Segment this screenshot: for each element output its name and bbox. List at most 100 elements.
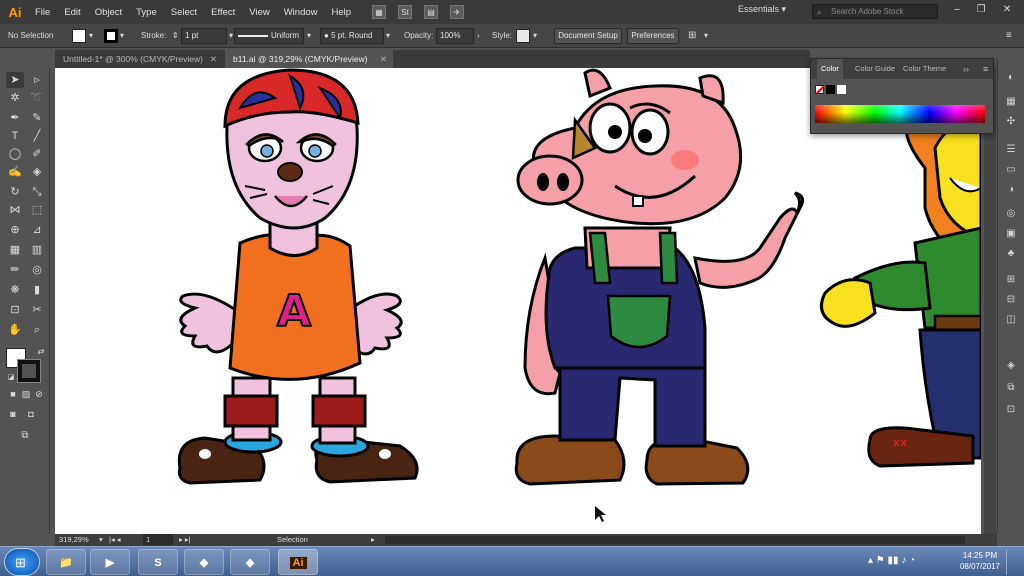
variable-width-profile[interactable]: Uniform — [234, 28, 304, 44]
stroke-color-swatch[interactable] — [17, 359, 41, 383]
graphic-styles-panel-icon[interactable]: ▣ — [1003, 226, 1019, 241]
eraser-tool-icon[interactable]: ◈ — [28, 164, 46, 180]
column-graph-tool-icon[interactable]: ▮ — [28, 282, 46, 298]
arrange-documents-icon[interactable]: ▤ — [424, 5, 439, 19]
gradient-panel-icon[interactable]: ▭ — [1003, 162, 1019, 177]
stroke-swatch[interactable] — [104, 29, 118, 43]
free-transform-tool-icon[interactable]: ⬚ — [28, 202, 46, 218]
magic-wand-tool-icon[interactable]: ✲ — [6, 90, 24, 106]
screen-mode-icon[interactable]: ⧉ — [16, 428, 34, 444]
chevron-down-icon[interactable]: ▾ — [89, 29, 93, 43]
close-tab-icon[interactable]: ✕ — [210, 50, 217, 68]
curvature-tool-icon[interactable]: ✎ — [28, 110, 46, 126]
start-button[interactable]: ⊞ — [4, 548, 40, 576]
draw-inside-icon[interactable]: ◘ — [22, 406, 40, 422]
line-tool-icon[interactable]: ╱ — [28, 128, 46, 144]
first-artboard-icon[interactable]: |◂ ◂ — [109, 534, 121, 546]
menu-file[interactable]: File — [28, 7, 57, 18]
chevron-down-icon[interactable]: ▾ — [229, 29, 233, 43]
swatches-panel-icon[interactable]: ▦ — [1003, 94, 1019, 109]
menu-select[interactable]: Select — [164, 7, 204, 18]
stroke-stepper-icon[interactable]: ⇕ — [172, 29, 179, 43]
none-mode-icon[interactable]: ⊘ — [30, 386, 48, 402]
maximize-button[interactable]: ❐ — [968, 2, 994, 18]
slice-tool-icon[interactable]: ✂ — [28, 302, 46, 318]
stroke-weight-field[interactable]: 1 pt — [181, 28, 227, 44]
gpu-performance-icon[interactable]: ✈ — [450, 5, 465, 19]
ellipse-tool-icon[interactable]: ◯ — [6, 146, 24, 162]
scale-tool-icon[interactable]: ⤡ — [28, 184, 46, 200]
zoom-level[interactable]: 319,29% — [59, 534, 89, 546]
perspective-grid-tool-icon[interactable]: ⊿ — [28, 222, 46, 238]
transparency-panel-icon[interactable]: ◑ — [1003, 182, 1019, 197]
tab-b11[interactable]: b11.ai @ 319,29% (CMYK/Preview) ✕ — [225, 50, 393, 68]
transform-panel-icon[interactable]: ⊞ — [1003, 272, 1019, 287]
chevron-down-icon[interactable]: ▾ — [704, 29, 708, 43]
artboards-panel-icon[interactable]: ⧉ — [1003, 380, 1019, 395]
skype-taskbar-icon[interactable]: S — [138, 549, 178, 575]
select-similar-icon[interactable]: ⊞ — [688, 29, 696, 43]
chevron-down-icon[interactable]: ▾ — [533, 29, 537, 43]
stock-icon[interactable]: St — [398, 5, 413, 19]
width-tool-icon[interactable]: ⋈ — [6, 202, 24, 218]
tray-icons[interactable]: ▴ ⚑ ▮▮ ♪ ◔ — [868, 555, 915, 566]
app-taskbar-icon-1[interactable]: ◆ — [184, 549, 224, 575]
tab-color[interactable]: Color — [817, 59, 843, 79]
stock-search-input[interactable]: ⌕ Search Adobe Stock — [812, 4, 938, 19]
chevron-down-icon[interactable]: ▾ — [120, 29, 124, 43]
illustrator-taskbar-icon[interactable]: Ai — [278, 549, 318, 575]
black-swatch[interactable] — [826, 85, 835, 94]
swap-colors-icon[interactable]: ⇄ — [32, 344, 50, 360]
white-swatch[interactable] — [837, 85, 846, 94]
app-taskbar-icon-2[interactable]: ◆ — [230, 549, 270, 575]
blend-tool-icon[interactable]: ◎ — [28, 262, 46, 278]
symbol-sprayer-tool-icon[interactable]: ❋ — [6, 282, 24, 298]
menu-view[interactable]: View — [242, 7, 276, 18]
artboard-number-field[interactable]: 1 — [143, 534, 173, 545]
rotate-tool-icon[interactable]: ↻ — [6, 184, 24, 200]
hand-tool-icon[interactable]: ✋ — [6, 322, 24, 338]
panel-expand-icon[interactable]: ›› — [963, 59, 969, 79]
graphic-style-swatch[interactable] — [516, 29, 530, 43]
menu-type[interactable]: Type — [129, 7, 164, 18]
show-desktop-button[interactable] — [1006, 549, 1020, 575]
bridge-icon[interactable]: ▦ — [372, 5, 387, 19]
brushes-panel-icon[interactable]: ✣ — [1003, 114, 1019, 129]
workspace-switcher[interactable]: Essentials ▾ — [738, 4, 786, 15]
shaper-tool-icon[interactable]: ✍ — [6, 164, 24, 180]
close-tab-icon[interactable]: ✕ — [380, 50, 387, 68]
tab-untitled[interactable]: Untitled-1* @ 300% (CMYK/Preview) ✕ — [55, 50, 223, 68]
system-clock[interactable]: 14:25 PM 08/07/2017 — [958, 550, 1002, 572]
direct-selection-tool-icon[interactable]: ▹ — [28, 72, 46, 88]
paintbrush-tool-icon[interactable]: ✐ — [28, 146, 46, 162]
chevron-right-icon[interactable]: › — [477, 29, 480, 43]
media-player-taskbar-icon[interactable]: ▶ — [90, 549, 130, 575]
preferences-button[interactable]: Preferences — [627, 28, 679, 44]
tab-color-theme[interactable]: Color Theme — [903, 59, 946, 79]
zoom-tool-icon[interactable]: ⌕ — [28, 322, 46, 338]
brush-definition[interactable]: ● 5 pt. Round — [320, 28, 384, 44]
mesh-tool-icon[interactable]: ▦ — [6, 242, 24, 258]
next-artboard-icon[interactable]: ▸ ▸| — [179, 534, 191, 546]
pen-tool-icon[interactable]: ✒ — [6, 110, 24, 126]
menu-help[interactable]: Help — [325, 7, 359, 18]
draw-normal-icon[interactable]: ◙ — [4, 406, 22, 422]
align-panel-icon[interactable]: ⊟ — [1003, 292, 1019, 307]
menu-edit[interactable]: Edit — [57, 7, 87, 18]
libraries-panel-icon[interactable]: ⊡ — [1003, 402, 1019, 417]
artboard-tool-icon[interactable]: ⊡ — [6, 302, 24, 318]
selection-tool-icon[interactable]: ➤ — [6, 72, 24, 88]
chevron-down-icon[interactable]: ▾ — [99, 534, 103, 546]
explorer-taskbar-icon[interactable]: 📁 — [46, 549, 86, 575]
status-menu-icon[interactable]: ▸ — [371, 534, 375, 546]
default-colors-icon[interactable]: ◪ — [2, 370, 20, 386]
stroke-panel-icon[interactable]: ☰ — [1003, 142, 1019, 157]
tab-color-guide[interactable]: Color Guide — [855, 59, 895, 79]
close-button[interactable]: ✕ — [994, 2, 1020, 18]
menu-effect[interactable]: Effect — [204, 7, 242, 18]
lasso-tool-icon[interactable]: ➰ — [28, 90, 46, 106]
artboard-canvas[interactable]: A xx — [55, 68, 981, 534]
pathfinder-panel-icon[interactable]: ◫ — [1003, 312, 1019, 327]
panel-menu-icon[interactable]: ≡ — [1006, 29, 1012, 43]
chevron-down-icon[interactable]: ▾ — [307, 29, 311, 43]
